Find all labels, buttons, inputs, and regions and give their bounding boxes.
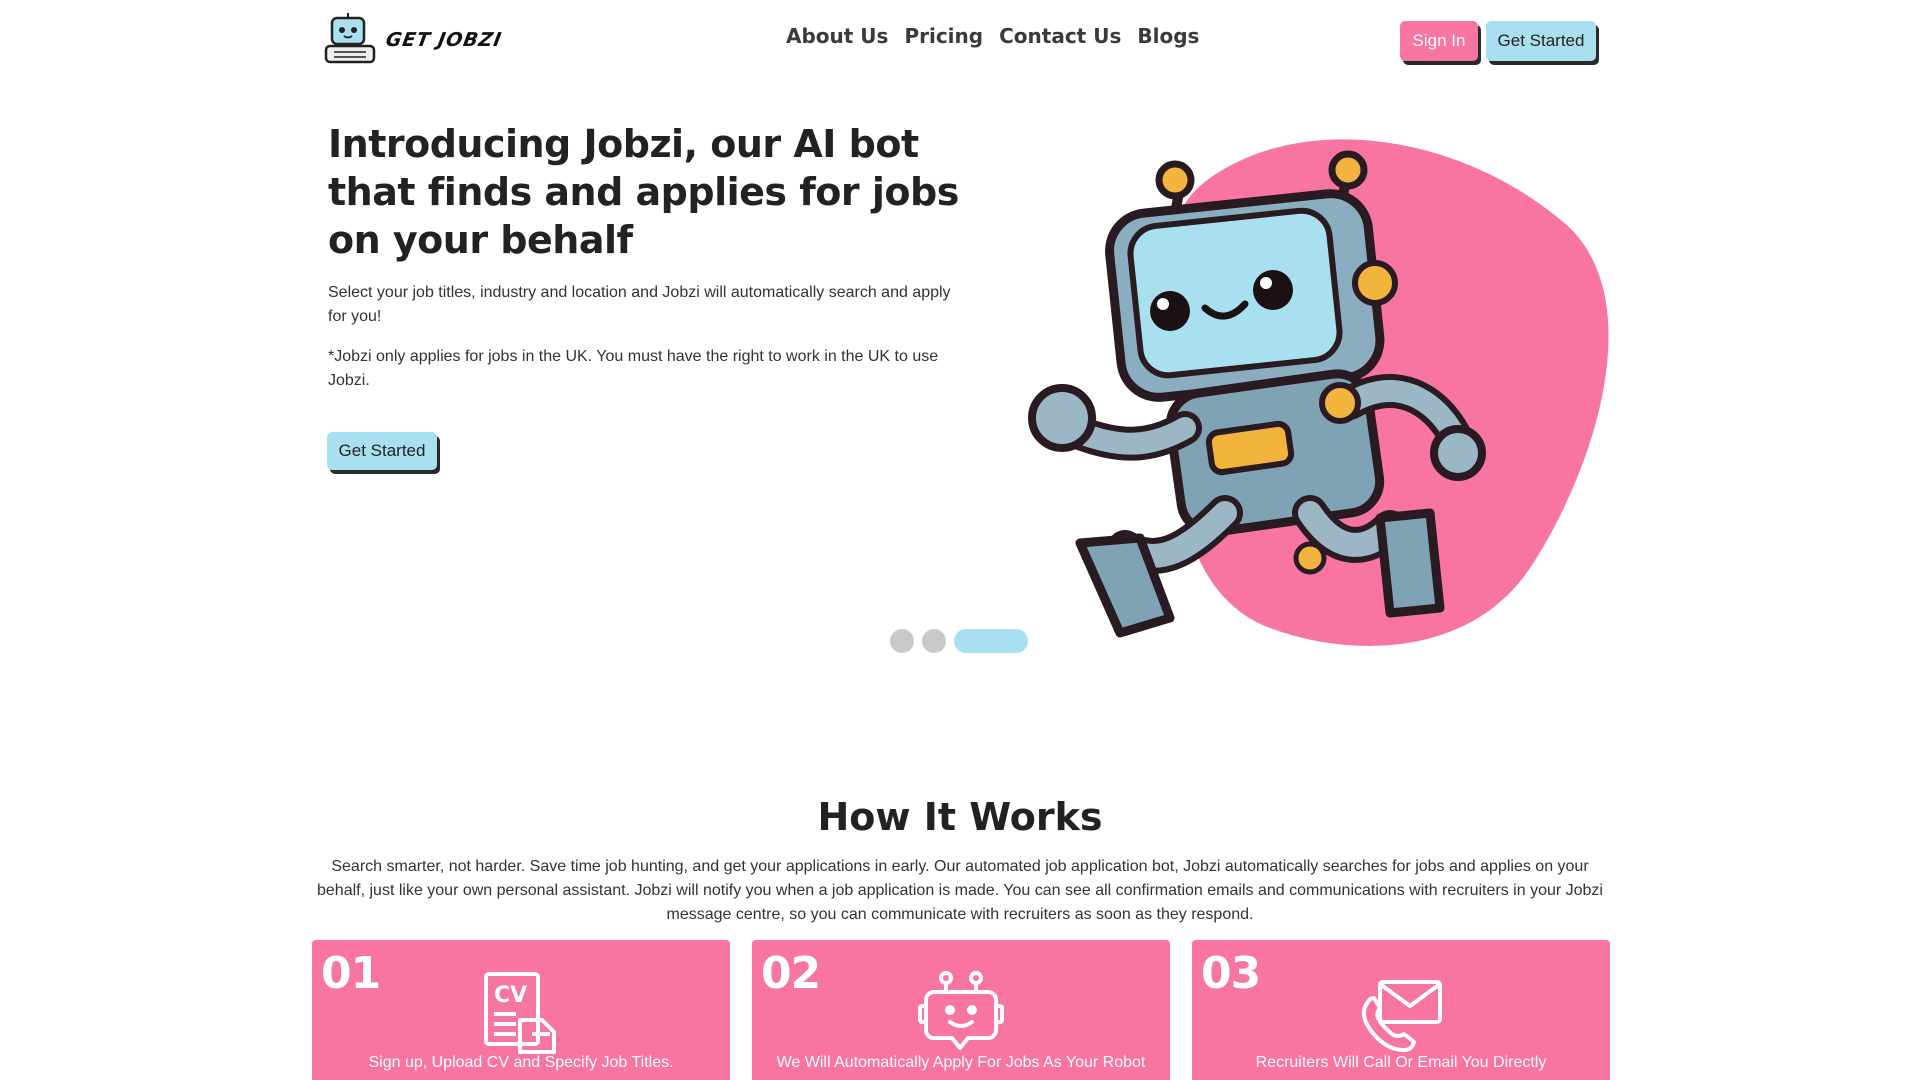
hero-title: Introducing Jobzi, our AI bot that finds…: [328, 122, 959, 262]
robot-face-icon: [918, 971, 1004, 1050]
how-it-works-title: How It Works: [817, 795, 1103, 839]
step-number: 01: [321, 948, 381, 999]
nav-contact-us[interactable]: Contact Us: [999, 24, 1121, 48]
step-card-1: 01 CV Sign up, Upload CV and Specify Job…: [312, 940, 730, 1080]
carousel-dot-1[interactable]: [890, 629, 914, 653]
cv-document-icon: CV: [484, 972, 556, 1054]
hero-note: *Jobzi only applies for jobs in the UK. …: [328, 348, 939, 389]
brand-name: GET JOBZI: [384, 29, 504, 51]
carousel-dot-3-active[interactable]: [954, 629, 1028, 653]
step-text: Recruiters Will Call Or Email You Direct…: [1255, 1054, 1547, 1071]
step-text: We Will Automatically Apply For Jobs As …: [776, 1054, 1146, 1071]
nav-blogs[interactable]: Blogs: [1137, 24, 1199, 48]
svg-text:CV: CV: [494, 983, 527, 1008]
logo[interactable]: GET JOBZI: [322, 12, 504, 68]
top-nav: GET JOBZI About Us Pricing Contact Us Bl…: [0, 0, 1920, 80]
phone-email-icon: [1361, 980, 1442, 1052]
step-number: 02: [761, 948, 821, 999]
nav-pricing[interactable]: Pricing: [904, 24, 983, 48]
carousel-indicators: [890, 629, 1028, 653]
step-card-3: 03 Recruiters Will Call Or Email You Dir…: [1192, 940, 1610, 1080]
step-card-2: 02 We Will Automatically Apply For Jobs …: [752, 940, 1170, 1080]
robot-logo-icon: [324, 13, 376, 64]
sign-in-button[interactable]: Sign In: [1400, 21, 1478, 61]
step-text: Sign up, Upload CV and Specify Job Title…: [368, 1054, 674, 1071]
how-it-works-description: Search smarter, not harder. Save time jo…: [317, 858, 1603, 923]
hero-get-started-button[interactable]: Get Started: [327, 432, 437, 470]
nav-get-started-button[interactable]: Get Started: [1486, 21, 1596, 61]
step-number: 03: [1201, 948, 1261, 999]
running-robot-illustration: [1028, 139, 1609, 646]
nav-about-us[interactable]: About Us: [786, 24, 888, 48]
carousel-dot-2[interactable]: [922, 629, 946, 653]
main-menu: About Us Pricing Contact Us Blogs: [786, 24, 1199, 48]
hero-subtitle: Select your job titles, industry and loc…: [328, 284, 951, 325]
